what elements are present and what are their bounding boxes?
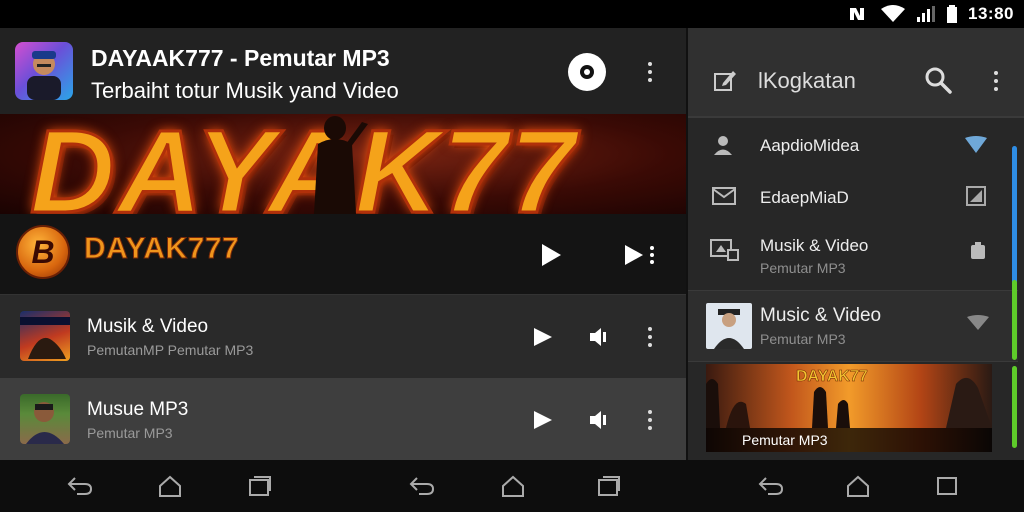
home-button[interactable] xyxy=(157,474,183,498)
wifi-triangle-icon xyxy=(967,315,989,330)
track-item[interactable]: Musik & Video PemutanMP Pemutar MP3 xyxy=(0,294,686,378)
drawer-item-video[interactable]: EdaepMiaD xyxy=(688,172,1018,224)
status-icons: 13:80 xyxy=(848,3,1014,25)
play-icon xyxy=(534,328,552,346)
thumb-person-icon xyxy=(714,309,744,349)
play-icon xyxy=(534,411,552,429)
signal-corner-icon xyxy=(966,186,986,206)
track-play-button[interactable] xyxy=(532,409,554,431)
track-more-icon[interactable] xyxy=(640,322,660,352)
scroll-indicator-green[interactable] xyxy=(1012,280,1017,360)
nfc-icon xyxy=(850,8,865,20)
drawer-item-label: AapdioMidea xyxy=(760,136,860,155)
app-header: DAYAAK777 - Pemutar MP3 Terbaiht totur M… xyxy=(0,28,686,114)
drawer-item-audio[interactable]: AapdioMidea xyxy=(688,120,1018,172)
play-more-icon xyxy=(625,245,654,265)
app-title: DAYAAK777 - Pemutar MP3 xyxy=(91,45,390,71)
edit-icon xyxy=(714,71,736,91)
drawer-header: lKogkatan xyxy=(688,28,1024,118)
navigation-bar xyxy=(0,460,1024,512)
play-icon xyxy=(542,244,561,266)
avatar-figure-icon xyxy=(27,51,61,100)
home-button[interactable] xyxy=(845,474,871,498)
drawer-more-icon[interactable] xyxy=(986,66,1006,96)
home-icon xyxy=(159,475,181,497)
back-icon xyxy=(758,477,784,495)
drawer-item-musik-video[interactable]: Musik & Video Pemutar MP3 xyxy=(688,224,1018,290)
home-icon xyxy=(847,475,869,497)
side-drawer: lKogkatan AapdioMidea EdaepMiaD Musik & … xyxy=(686,28,1024,460)
music-subtitle: Pemutar MP3 xyxy=(760,331,846,347)
promo-card[interactable]: DAYAK77 Pemutar MP3 xyxy=(706,364,992,452)
track-title: Musik & Video xyxy=(87,316,209,337)
mail-icon xyxy=(712,187,736,205)
promo-label: Pemutar MP3 xyxy=(706,428,992,452)
drawer-title: lKogkatan xyxy=(758,68,856,93)
recents-button[interactable] xyxy=(596,474,622,498)
now-playing-row: B DAYAK777 xyxy=(0,214,686,294)
battery-icon xyxy=(947,5,958,23)
track-thumbnail xyxy=(20,311,70,361)
volume-icon xyxy=(590,411,606,429)
music-title: Music & Video xyxy=(760,305,882,326)
disc-button[interactable] xyxy=(568,53,606,91)
back-button[interactable] xyxy=(67,474,93,498)
search-icon xyxy=(925,67,952,94)
track-subtitle: PemutanMP Pemutar MP3 xyxy=(87,342,254,358)
volume-icon xyxy=(590,328,606,346)
recents-icon xyxy=(598,476,620,496)
home-icon xyxy=(502,475,524,497)
track-play-button[interactable] xyxy=(532,326,554,348)
thumb-person-icon xyxy=(26,402,64,444)
promo-tag: DAYAK77 xyxy=(796,368,868,386)
scroll-indicator[interactable] xyxy=(1012,146,1017,296)
track-volume-button[interactable] xyxy=(588,326,608,348)
media-icon xyxy=(710,239,739,261)
status-bar: 13:80 xyxy=(0,0,1024,28)
recents-icon xyxy=(937,477,957,495)
person-icon xyxy=(714,136,732,155)
play-button[interactable] xyxy=(538,242,564,268)
back-icon xyxy=(409,477,435,495)
wifi-icon xyxy=(881,5,906,22)
search-button[interactable] xyxy=(924,66,952,94)
back-icon xyxy=(67,477,93,495)
track-volume-button[interactable] xyxy=(588,409,608,431)
recents-button[interactable] xyxy=(247,474,273,498)
track-subtitle: Pemutar MP3 xyxy=(87,425,173,441)
edit-button[interactable] xyxy=(712,68,738,94)
disc-icon xyxy=(584,69,590,75)
drawer-item-label: EdaepMiaD xyxy=(760,188,849,207)
track-more-icon[interactable] xyxy=(640,405,660,435)
recents-icon xyxy=(249,476,271,496)
thumb-figure-icon xyxy=(20,317,70,359)
header-more-icon[interactable] xyxy=(640,57,660,87)
recents-button[interactable] xyxy=(934,474,960,498)
track-item[interactable]: Musue MP3 Pemutar MP3 xyxy=(0,378,686,462)
brand-logo-letter: B xyxy=(31,234,55,270)
status-time: 13:80 xyxy=(968,4,1014,23)
track-title: Musue MP3 xyxy=(87,399,189,420)
signal-icon xyxy=(917,6,936,22)
wifi-triangle-icon xyxy=(965,136,987,153)
app-subtitle: Terbaiht totur Musik yand Video xyxy=(91,78,399,103)
brand-logo: B xyxy=(16,225,70,279)
play-queue-button[interactable] xyxy=(624,242,656,268)
clipboard-icon xyxy=(971,242,985,259)
home-button[interactable] xyxy=(500,474,526,498)
drawer-item-subtitle: Pemutar MP3 xyxy=(760,260,846,276)
back-button[interactable] xyxy=(758,474,784,498)
banner: DAYAK77 xyxy=(0,114,686,214)
track-thumbnail xyxy=(20,394,70,444)
player-app: DAYAAK777 - Pemutar MP3 Terbaiht totur M… xyxy=(0,28,686,462)
back-button[interactable] xyxy=(409,474,435,498)
music-thumbnail xyxy=(706,303,752,349)
scroll-indicator-green[interactable] xyxy=(1012,366,1017,448)
drawer-item-music[interactable]: Music & Video Pemutar MP3 xyxy=(688,290,1018,362)
banner-figure-icon xyxy=(314,116,368,214)
app-avatar[interactable] xyxy=(15,42,73,100)
drawer-item-label: Musik & Video xyxy=(760,236,869,255)
player-name: DAYAK777 xyxy=(83,232,240,266)
